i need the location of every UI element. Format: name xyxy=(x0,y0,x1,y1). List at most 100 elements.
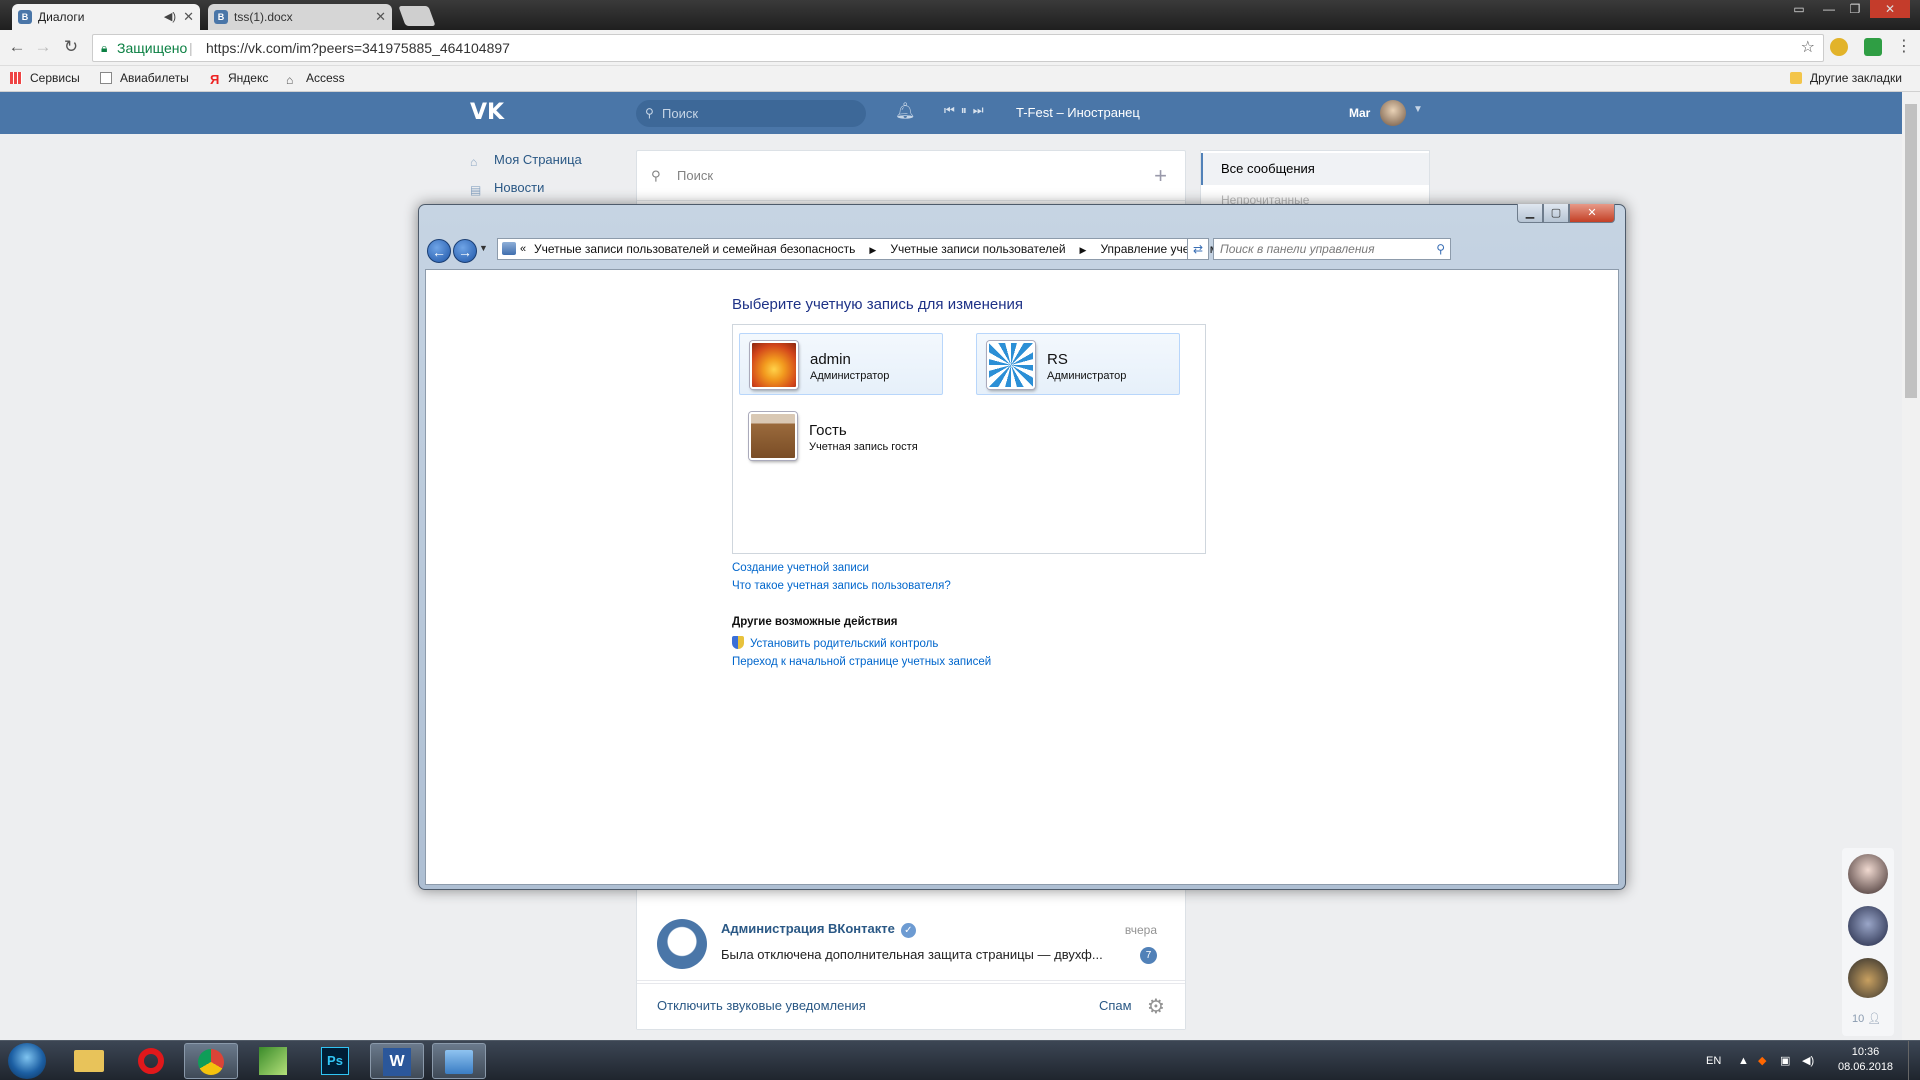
nav-news[interactable]: ▤ Новости xyxy=(470,180,544,200)
tab-title: Диалоги xyxy=(38,10,85,24)
avatar[interactable] xyxy=(1848,854,1888,894)
close-window-icon[interactable]: ✕ xyxy=(1870,0,1910,18)
dialog-name: Администрация ВКонтакте xyxy=(721,921,895,936)
lock-icon: 🔒︎ xyxy=(101,41,108,55)
user-name[interactable]: Mar xyxy=(1349,92,1370,134)
photoshop-icon[interactable]: Ps xyxy=(308,1043,362,1079)
accounts-list: admin Администратор RS Администратор Гос… xyxy=(732,324,1206,554)
online-count: 10 👤︎ xyxy=(1852,1013,1882,1025)
breadcrumb-item[interactable]: Учетные записи пользователей xyxy=(890,242,1065,256)
bookmarks-bar: Сервисы Авиабилеты Я Яндекс ⌂ Access Други… xyxy=(0,66,1920,92)
forward-icon[interactable]: → xyxy=(32,36,54,58)
track-title[interactable]: T-Fest – Иностранец xyxy=(1016,92,1140,134)
bookmark-access[interactable]: ⌂ Access xyxy=(286,66,345,90)
page-icon xyxy=(100,72,112,84)
plus-icon[interactable]: + xyxy=(1154,151,1167,201)
player-controls[interactable]: ⏮⏸⏭ xyxy=(944,103,990,118)
all-messages-item[interactable]: Все сообщения xyxy=(1201,153,1429,185)
avatar[interactable] xyxy=(1848,906,1888,946)
account-guest[interactable]: Гость Учетная запись гостя xyxy=(739,405,943,467)
opera-icon[interactable] xyxy=(124,1043,178,1079)
other-bookmarks[interactable]: Другие закладки xyxy=(1790,66,1902,90)
gear-icon[interactable]: ⚙ xyxy=(1147,994,1165,1019)
close-button[interactable]: ✕ xyxy=(1569,204,1615,223)
uac-shield-icon xyxy=(732,636,744,649)
bookmark-star-icon[interactable]: ☆ xyxy=(1801,35,1815,61)
apps-icon xyxy=(10,72,22,84)
other-actions-heading: Другие возможные действия xyxy=(732,616,898,628)
show-desktop-button[interactable] xyxy=(1908,1041,1920,1080)
user-icon[interactable]: ▭ xyxy=(1786,0,1812,18)
network-icon[interactable]: ▣ xyxy=(1780,1041,1790,1080)
word-icon[interactable]: W xyxy=(370,1043,424,1079)
dialogs-search-input[interactable]: ⚲ Поиск + xyxy=(637,151,1185,201)
extension-icon[interactable] xyxy=(1830,38,1848,56)
shield-extension-icon[interactable] xyxy=(1864,38,1882,56)
what-is-account-link[interactable]: Что такое учетная запись пользователя? xyxy=(732,580,951,592)
spam-link[interactable]: Спам xyxy=(1099,984,1132,1028)
avatar[interactable] xyxy=(1848,958,1888,998)
dialog-row[interactable]: Администрация ВКонтакте ✓ вчера Была откл… xyxy=(637,909,1185,981)
back-icon[interactable]: ← xyxy=(6,36,28,58)
forward-arrow-icon[interactable]: → xyxy=(453,239,477,263)
minimize-icon[interactable]: — xyxy=(1816,0,1842,18)
date: 08.06.2018 xyxy=(1838,1061,1894,1073)
volume-icon[interactable]: ◀) xyxy=(1802,1041,1814,1080)
chevron-right-icon: ▶ xyxy=(1079,245,1087,255)
chevron-down-icon[interactable]: ▼ xyxy=(1413,104,1423,115)
start-button[interactable] xyxy=(8,1043,46,1079)
folder-icon xyxy=(1790,72,1802,84)
create-account-link[interactable]: Создание учетной записи xyxy=(732,562,869,574)
language-indicator[interactable]: EN xyxy=(1706,1041,1721,1080)
fox-icon[interactable]: ◆ xyxy=(1758,1041,1766,1080)
search-icon: ⚲ xyxy=(1436,242,1445,256)
new-tab-button[interactable] xyxy=(398,6,436,26)
time: 10:36 xyxy=(1851,1046,1880,1058)
back-arrow-icon[interactable]: ← xyxy=(427,239,451,263)
tray-expand-icon[interactable]: ▲ xyxy=(1738,1041,1749,1080)
divider: | xyxy=(189,40,193,56)
bookmark-services[interactable]: Сервисы xyxy=(10,66,80,90)
avatar[interactable] xyxy=(1380,100,1406,126)
breadcrumb[interactable]: « Учетные записи пользователей и семейна… xyxy=(497,238,1281,260)
mute-notifications-link[interactable]: Отключить звуковые уведомления xyxy=(657,984,866,1028)
maximize-button[interactable]: ▢ xyxy=(1543,204,1569,223)
menu-icon[interactable]: ⋮ xyxy=(1896,36,1912,56)
bank-icon: ⌂ xyxy=(286,73,294,87)
accounts-home-link[interactable]: Переход к начальной странице учетных зап… xyxy=(732,656,991,668)
refresh-icon[interactable]: ⇄ xyxy=(1187,238,1209,260)
minimize-button[interactable]: ▁ xyxy=(1517,204,1543,223)
nav-my-page[interactable]: ⌂ Моя Страница xyxy=(470,152,582,172)
chevron-right-icon: ▶ xyxy=(869,245,877,255)
close-icon[interactable]: ✕ xyxy=(375,4,386,30)
restore-icon[interactable]: ❐ xyxy=(1842,0,1868,18)
control-panel-taskbar-icon[interactable] xyxy=(432,1043,486,1079)
search-icon: ⚲ xyxy=(645,106,654,120)
vk-logo[interactable]: VK xyxy=(470,100,504,125)
parental-control-link[interactable]: Установить родительский контроль xyxy=(732,636,938,650)
control-panel-search-input[interactable]: Поиск в панели управления ⚲ xyxy=(1213,238,1451,260)
account-admin[interactable]: admin Администратор xyxy=(739,333,943,395)
address-bar[interactable]: 🔒︎ Защищено | https://vk.com/im?peers=34… xyxy=(92,34,1824,62)
green-app-icon[interactable] xyxy=(246,1043,300,1079)
clock[interactable]: 10:36 08.06.2018 xyxy=(1838,1045,1893,1075)
vk-icon: В xyxy=(18,10,32,24)
explorer-icon[interactable] xyxy=(62,1043,116,1079)
speaker-icon[interactable]: ◀) xyxy=(164,4,176,30)
account-rs[interactable]: RS Администратор xyxy=(976,333,1180,395)
history-dropdown-icon[interactable]: ▼ xyxy=(479,243,488,253)
close-icon[interactable]: ✕ xyxy=(183,4,194,30)
vk-search-input[interactable]: ⚲ Поиск xyxy=(636,100,866,127)
home-icon: ⌂ xyxy=(470,155,478,169)
chrome-icon[interactable] xyxy=(184,1043,238,1079)
tab-dialogs[interactable]: В Диалоги ◀) ✕ xyxy=(12,4,200,30)
bell-icon[interactable]: 🔔︎ xyxy=(895,101,915,121)
bookmark-flights[interactable]: Авиабилеты xyxy=(100,66,189,90)
content-area: Выберите учетную запись для изменения ad… xyxy=(425,269,1619,885)
control-panel-icon xyxy=(502,242,516,255)
bookmark-yandex[interactable]: Я Яндекс xyxy=(210,66,268,90)
breadcrumb-item[interactable]: Учетные записи пользователей и семейная … xyxy=(534,242,855,256)
reload-icon[interactable]: ↻ xyxy=(60,36,82,58)
scrollbar-thumb[interactable] xyxy=(1905,104,1917,398)
tab-docx[interactable]: В tss(1).docx ✕ xyxy=(208,4,392,30)
